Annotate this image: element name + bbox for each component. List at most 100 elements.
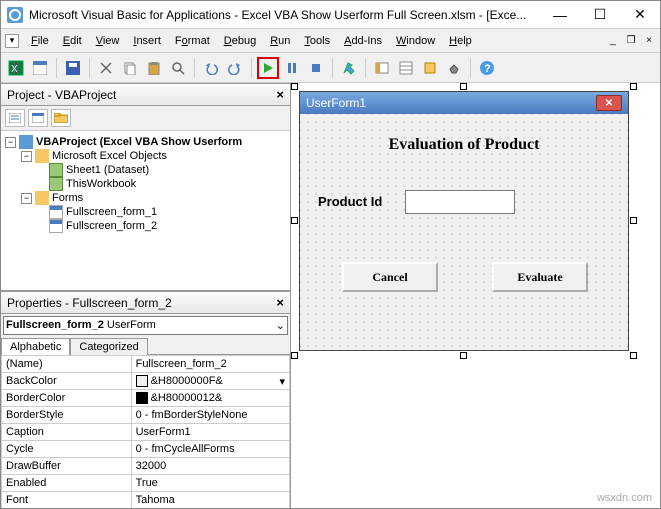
cut-button[interactable] [95, 57, 117, 79]
menu-debug[interactable]: Debug [218, 33, 262, 49]
menu-view[interactable]: View [90, 33, 126, 49]
menu-window[interactable]: Window [390, 33, 441, 49]
properties-object-combo[interactable]: Fullscreen_form_2 UserForm ⌄ [3, 316, 288, 335]
system-menu-icon[interactable]: ▾ [5, 34, 19, 48]
tree-collapse-icon[interactable]: − [5, 137, 16, 148]
run-button[interactable] [257, 57, 279, 79]
prop-val[interactable]: Tahoma [131, 492, 289, 509]
toggle-folders-icon[interactable] [51, 109, 71, 127]
view-excel-button[interactable]: X [5, 57, 27, 79]
resize-handle[interactable] [630, 352, 637, 359]
project-tree[interactable]: − VBAProject (Excel VBA Show Userform − … [1, 131, 290, 291]
app-window: Microsoft Visual Basic for Applications … [0, 0, 661, 509]
toolbar: X ? [1, 53, 660, 83]
tab-alphabetic[interactable]: Alphabetic [1, 338, 70, 355]
toolbox-button[interactable] [443, 57, 465, 79]
left-panel: Project - VBAProject × − VBAProject (Exc… [1, 83, 291, 508]
prop-val[interactable]: True [131, 475, 289, 492]
properties-pane-close-icon[interactable]: × [276, 295, 284, 310]
project-root[interactable]: VBAProject (Excel VBA Show Userform [36, 136, 242, 148]
paste-button[interactable] [143, 57, 165, 79]
tree-sheet1[interactable]: Sheet1 (Dataset) [66, 164, 149, 176]
userform-designer[interactable]: UserForm1 ✕ Evaluation of Product Produc… [299, 91, 629, 351]
view-code-icon[interactable] [5, 109, 25, 127]
design-mode-button[interactable] [338, 57, 360, 79]
save-button[interactable] [62, 57, 84, 79]
tree-form1[interactable]: Fullscreen_form_1 [66, 206, 157, 218]
userform-icon [49, 219, 63, 233]
prop-key: Enabled [2, 475, 132, 492]
object-browser-button[interactable] [419, 57, 441, 79]
prop-val[interactable]: 0 - fmCycleAllForms [131, 441, 289, 458]
titlebar[interactable]: Microsoft Visual Basic for Applications … [1, 1, 660, 29]
mdi-close-icon[interactable]: × [642, 34, 656, 48]
menu-format[interactable]: Format [169, 33, 216, 49]
insert-userform-button[interactable] [29, 57, 51, 79]
minimize-button[interactable]: — [540, 1, 580, 29]
folder-icon [35, 149, 49, 163]
menu-run[interactable]: Run [264, 33, 296, 49]
tree-collapse-icon[interactable]: − [21, 151, 32, 162]
menu-help[interactable]: Help [443, 33, 478, 49]
menubar: ▾ File Edit View Insert Format Debug Run… [1, 29, 660, 53]
project-pane-close-icon[interactable]: × [276, 87, 284, 102]
design-area[interactable]: UserForm1 ✕ Evaluation of Product Produc… [291, 83, 660, 508]
prop-val[interactable]: Fullscreen_form_2 [131, 356, 289, 373]
view-object-icon[interactable] [28, 109, 48, 127]
resize-handle[interactable] [630, 217, 637, 224]
properties-grid[interactable]: (Name)Fullscreen_form_2 BackColor&H80000… [1, 354, 290, 508]
combo-object-type: UserForm [107, 319, 156, 332]
prop-key: BorderStyle [2, 407, 132, 424]
selection-handles [295, 87, 633, 355]
redo-button[interactable] [224, 57, 246, 79]
properties-pane-title-text: Properties - Fullscreen_form_2 [7, 296, 172, 310]
resize-handle[interactable] [291, 352, 298, 359]
resize-handle[interactable] [630, 83, 637, 90]
find-button[interactable] [167, 57, 189, 79]
tree-folder-excel-objects[interactable]: Microsoft Excel Objects [52, 150, 167, 162]
tree-collapse-icon[interactable]: − [21, 193, 32, 204]
undo-button[interactable] [200, 57, 222, 79]
prop-key: (Name) [2, 356, 132, 373]
project-explorer-button[interactable] [371, 57, 393, 79]
break-button[interactable] [281, 57, 303, 79]
help-button[interactable]: ? [476, 57, 498, 79]
prop-val[interactable]: &H80000012& [131, 390, 289, 407]
menu-addins[interactable]: Add-Ins [338, 33, 388, 49]
resize-handle[interactable] [291, 83, 298, 90]
prop-val[interactable]: &H8000000F&▾ [131, 373, 289, 390]
copy-button[interactable] [119, 57, 141, 79]
reset-button[interactable] [305, 57, 327, 79]
project-toolbar [1, 106, 290, 131]
menu-edit[interactable]: Edit [57, 33, 88, 49]
tab-categorized[interactable]: Categorized [70, 338, 147, 355]
vbaproject-icon [19, 135, 33, 149]
combo-object-name: Fullscreen_form_2 [6, 319, 104, 332]
mdi-restore-icon[interactable]: ❐ [624, 34, 638, 48]
vba-app-icon [7, 7, 23, 23]
project-pane-title: Project - VBAProject × [1, 83, 290, 106]
resize-handle[interactable] [291, 217, 298, 224]
close-button[interactable]: ✕ [620, 1, 660, 29]
mdi-minimize-icon[interactable]: _ [606, 34, 620, 48]
menu-insert[interactable]: Insert [127, 33, 167, 49]
tree-thisworkbook[interactable]: ThisWorkbook [66, 178, 136, 190]
userform-icon [49, 205, 63, 219]
workbook-icon [49, 177, 63, 191]
properties-window-button[interactable] [395, 57, 417, 79]
prop-val[interactable]: 32000 [131, 458, 289, 475]
resize-handle[interactable] [460, 352, 467, 359]
window-title: Microsoft Visual Basic for Applications … [29, 8, 540, 22]
menu-file[interactable]: File [25, 33, 55, 49]
menu-tools[interactable]: Tools [298, 33, 336, 49]
svg-text:X: X [11, 64, 18, 75]
prop-val[interactable]: 0 - fmBorderStyleNone [131, 407, 289, 424]
resize-handle[interactable] [460, 83, 467, 90]
properties-tabs: Alphabetic Categorized [1, 337, 290, 354]
maximize-button[interactable]: ☐ [580, 1, 620, 29]
prop-val[interactable]: UserForm1 [131, 424, 289, 441]
dropdown-icon[interactable]: ⌄ [276, 319, 285, 332]
tree-form2[interactable]: Fullscreen_form_2 [66, 220, 157, 232]
tree-folder-forms[interactable]: Forms [52, 192, 83, 204]
svg-text:?: ? [484, 63, 491, 75]
